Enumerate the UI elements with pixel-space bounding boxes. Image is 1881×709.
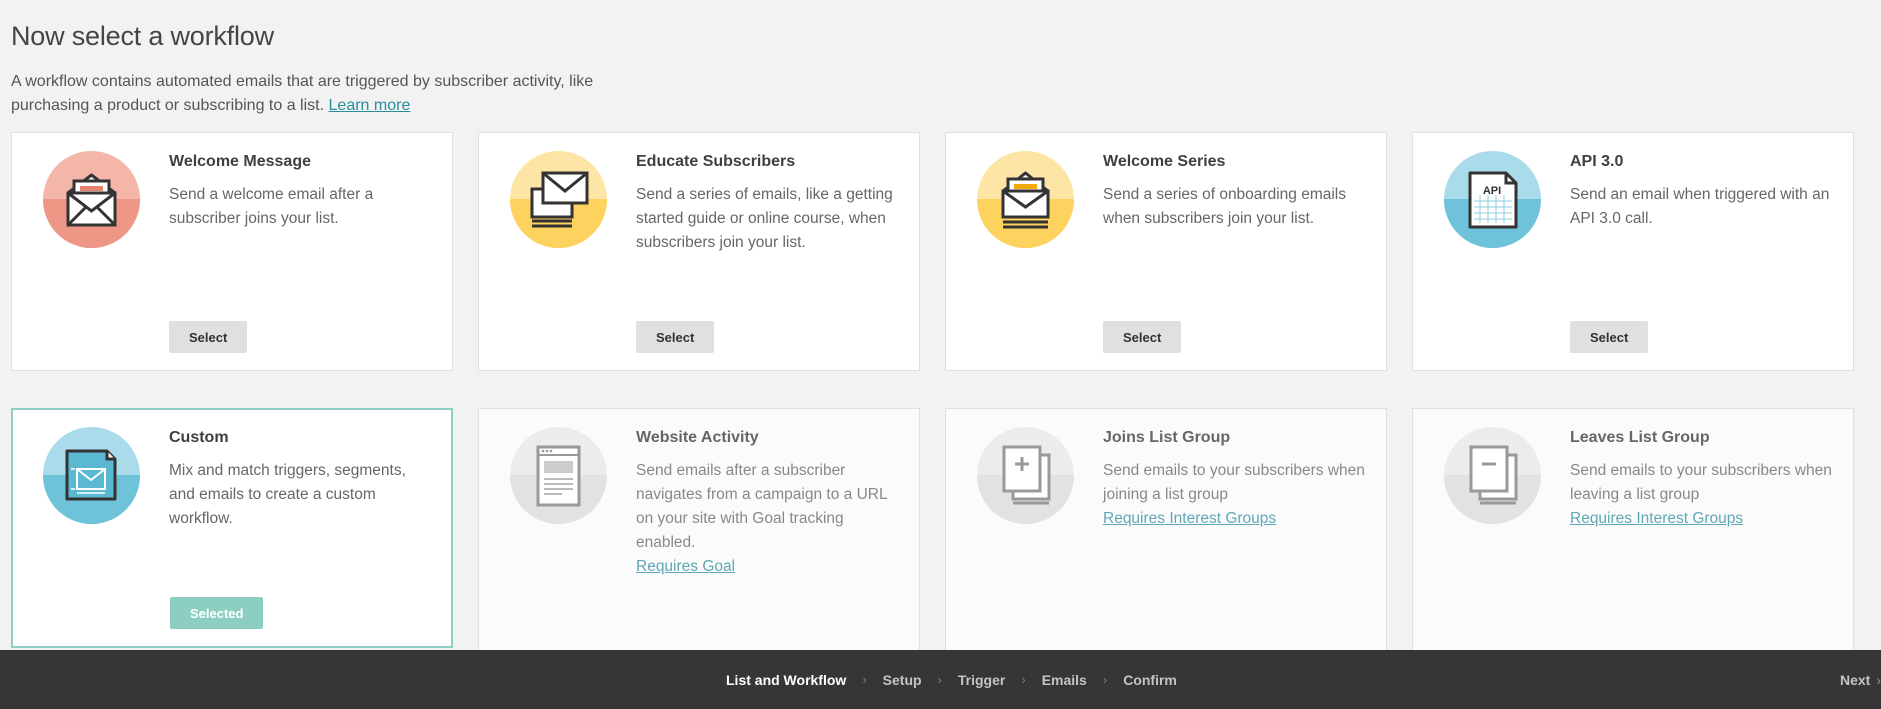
chevron-right-icon: › <box>937 672 942 687</box>
card-description: Send a welcome email after a subscriber … <box>169 186 374 227</box>
chevron-right-icon: › <box>1021 672 1026 687</box>
step-confirm[interactable]: Confirm <box>1123 672 1177 688</box>
card-title: Website Activity <box>636 429 759 446</box>
workflow-card-leaves-list-group: Leaves List Group Send emails to your su… <box>1412 408 1854 653</box>
select-button[interactable]: Select <box>1103 321 1182 353</box>
card-description-text: Send emails to your subscribers when lea… <box>1570 462 1832 503</box>
card-title: API 3.0 <box>1570 153 1624 170</box>
step-emails[interactable]: Emails <box>1042 672 1087 688</box>
card-description-text: Send emails to your subscribers when joi… <box>1103 462 1365 503</box>
select-button[interactable]: Select <box>1570 321 1649 353</box>
page-header: Now select a workflow A workflow contain… <box>11 18 711 118</box>
card-title: Welcome Series <box>1103 153 1226 170</box>
card-description: Send a series of emails, like a getting … <box>636 186 893 251</box>
card-description: Send emails to your subscribers when lea… <box>1570 459 1832 531</box>
card-title: Joins List Group <box>1103 429 1231 446</box>
chevron-right-icon: › <box>862 672 867 687</box>
select-button[interactable]: Select <box>169 321 248 353</box>
select-button[interactable]: Select <box>636 321 715 353</box>
page-title: Now select a workflow <box>11 21 274 51</box>
workflow-card-website-activity: Website Activity Send emails after a sub… <box>478 408 920 653</box>
card-title: Leaves List Group <box>1570 429 1710 446</box>
next-label: Next <box>1839 671 1871 688</box>
learn-more-link[interactable]: Learn more <box>329 97 411 114</box>
card-description: Mix and match triggers, segments, and em… <box>169 462 406 527</box>
api-document-icon: API <box>1444 151 1541 248</box>
chevron-right-icon: › <box>1102 672 1108 687</box>
wizard-footer: List and Workflow › Setup › Trigger › Em… <box>0 650 1881 709</box>
requires-interest-groups-link[interactable]: Requires Interest Groups <box>1570 507 1743 531</box>
step-list-and-workflow[interactable]: List and Workflow <box>726 672 846 688</box>
workflow-card-joins-list-group: Joins List Group Send emails to your sub… <box>945 408 1387 653</box>
step-setup[interactable]: Setup <box>883 672 922 688</box>
card-title: Custom <box>169 429 229 446</box>
card-description: Send emails after a subscriber navigates… <box>636 459 898 579</box>
card-description: Send emails to your subscribers when joi… <box>1103 459 1365 531</box>
browser-page-icon <box>510 427 607 524</box>
workflow-card-api[interactable]: API API 3.0 Send an email when triggered… <box>1412 132 1854 371</box>
workflow-card-custom[interactable]: Custom Mix and match triggers, segments,… <box>11 408 453 648</box>
card-description-text: Send emails after a subscriber navigates… <box>636 462 887 551</box>
page-description: A workflow contains automated emails tha… <box>11 70 611 118</box>
api-icon-label: API <box>1483 185 1501 197</box>
card-description: Send an email when triggered with an API… <box>1570 186 1830 227</box>
chevron-right-icon: › <box>1876 671 1881 688</box>
envelope-open-icon <box>43 151 140 248</box>
card-title: Educate Subscribers <box>636 153 796 170</box>
page-description-text: A workflow contains automated emails tha… <box>11 73 594 114</box>
requires-goal-link[interactable]: Requires Goal <box>636 555 735 579</box>
step-trigger[interactable]: Trigger <box>958 672 1005 688</box>
envelope-series-icon <box>977 151 1074 248</box>
requires-interest-groups-link[interactable]: Requires Interest Groups <box>1103 507 1276 531</box>
card-description: Send a series of onboarding emails when … <box>1103 186 1346 227</box>
add-to-group-icon <box>977 427 1074 524</box>
next-button[interactable]: Next › <box>1840 650 1881 709</box>
card-title: Welcome Message <box>169 153 311 170</box>
wizard-steps: List and Workflow › Setup › Trigger › Em… <box>726 650 1177 709</box>
workflow-card-welcome-message[interactable]: Welcome Message Send a welcome email aft… <box>11 132 453 371</box>
remove-from-group-icon <box>1444 427 1541 524</box>
workflow-card-welcome-series[interactable]: Welcome Series Send a series of onboardi… <box>945 132 1387 371</box>
stacked-envelopes-icon <box>510 151 607 248</box>
custom-blueprint-icon <box>43 427 140 524</box>
selected-button[interactable]: Selected <box>170 597 264 629</box>
workflow-card-educate-subscribers[interactable]: Educate Subscribers Send a series of ema… <box>478 132 920 371</box>
